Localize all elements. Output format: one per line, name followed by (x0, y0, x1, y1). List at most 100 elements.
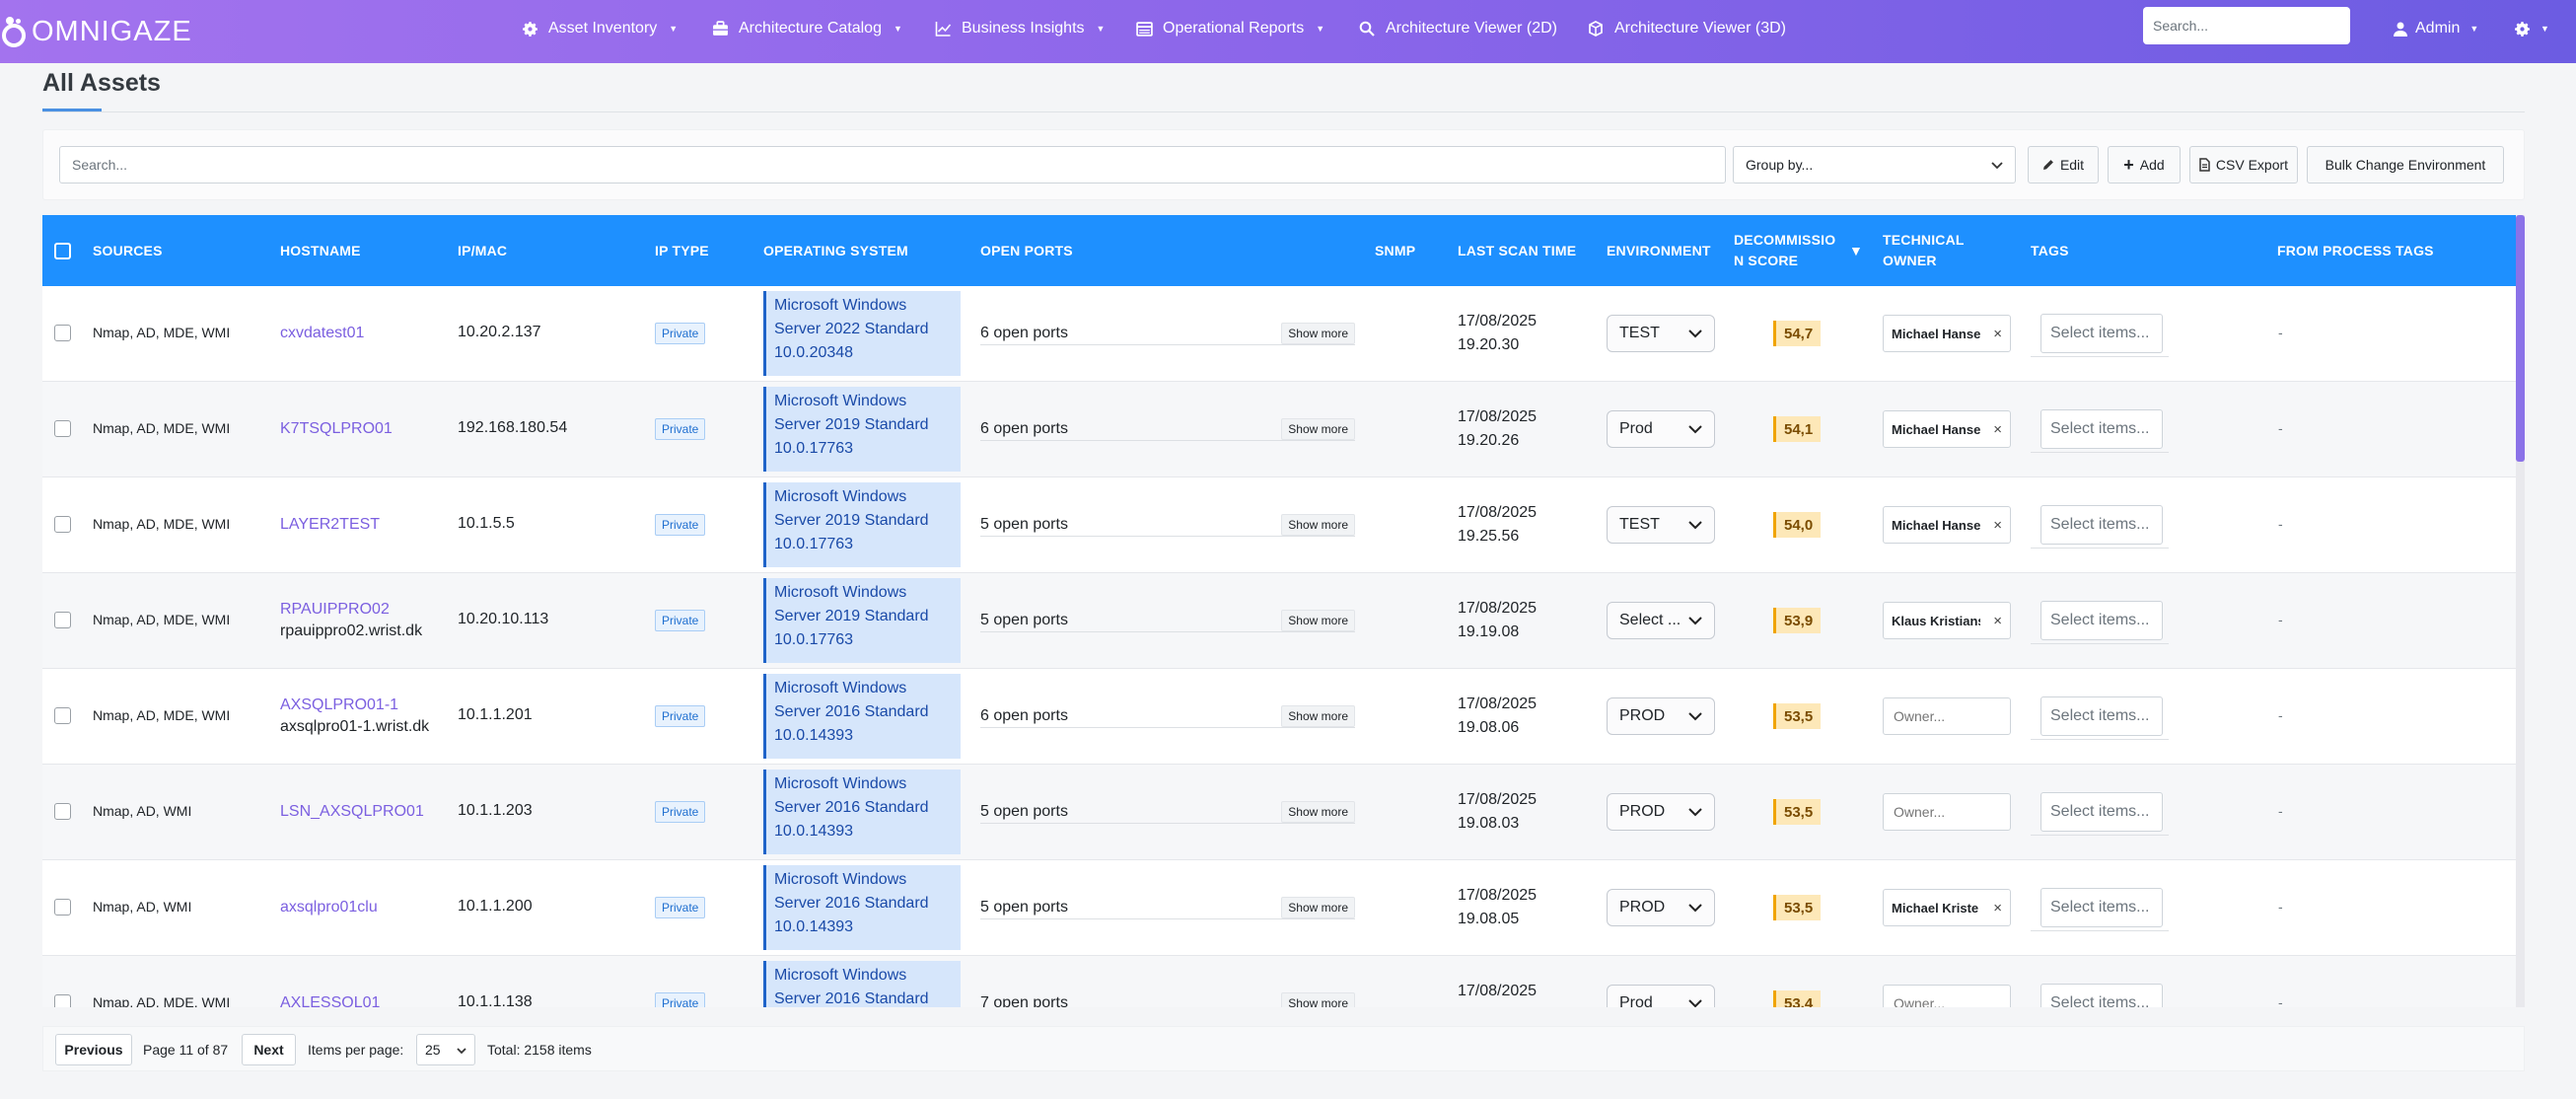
table-row[interactable]: Nmap, AD, WMI axsqlpro01clu 10.1.1.200 Priv… (42, 860, 2525, 956)
header-environment[interactable]: ENVIRONMENT (1607, 215, 1711, 286)
technical-owner-input[interactable] (1883, 697, 2011, 735)
header-ip-type[interactable]: IP TYPE (655, 215, 709, 286)
technical-owner-chip[interactable]: Michael Hanse × (1883, 315, 2011, 352)
remove-owner-icon[interactable]: × (1993, 326, 2002, 342)
technical-owner-input[interactable] (1883, 793, 2011, 831)
nav-architecture-catalog[interactable]: Architecture Catalog ▼ (711, 0, 902, 57)
edit-button[interactable]: Edit (2028, 146, 2099, 183)
previous-page-button[interactable]: Previous (55, 1034, 132, 1065)
row-checkbox[interactable] (54, 516, 71, 533)
technical-owner-chip[interactable]: Michael Hanse × (1883, 506, 2011, 544)
os-cell[interactable]: Microsoft Windows Server 2019 Standard 10.… (763, 387, 961, 472)
row-checkbox[interactable] (54, 707, 71, 724)
table-row[interactable]: Nmap, AD, MDE, WMI AXSQLPRO01-1 axsqlpro01… (42, 669, 2525, 765)
hostname-link[interactable]: cxvdatest01 (280, 323, 364, 343)
tags-multiselect[interactable]: Select items... (2040, 696, 2163, 736)
tags-multiselect[interactable]: Select items... (2040, 984, 2163, 1007)
environment-select[interactable]: PROD (1607, 697, 1715, 735)
tags-multiselect[interactable]: Select items... (2040, 792, 2163, 832)
table-row[interactable]: Nmap, AD, MDE, WMI AXLESSQL01 10.1.1.138 Pr… (42, 956, 2525, 1007)
header-decommission-score[interactable]: DECOMMISSIO N SCORE (1734, 215, 1835, 286)
header-tags[interactable]: TAGS (2031, 215, 2069, 286)
show-more-ports-button[interactable]: Show more (1281, 513, 1355, 536)
csv-export-button[interactable]: CSV Export (2189, 146, 2298, 183)
os-cell[interactable]: Microsoft Windows Server 2019 Standard 10.… (763, 578, 961, 663)
nav-architecture-viewer-3d[interactable]: Architecture Viewer (3D) (1587, 0, 1786, 57)
hostname-link[interactable]: AXSQLPRO01-1 (280, 695, 398, 715)
tags-multiselect[interactable]: Select items... (2040, 888, 2163, 927)
remove-owner-icon[interactable]: × (1993, 421, 2002, 438)
technical-owner-chip[interactable]: Michael Kriste × (1883, 889, 2011, 926)
header-last-scan-time[interactable]: LAST SCAN TIME (1458, 215, 1576, 286)
header-ip-mac[interactable]: IP/MAC (458, 215, 507, 286)
table-row[interactable]: Nmap, AD, WMI LSN_AXSQLPRO01 10.1.1.203 Pri… (42, 765, 2525, 860)
row-checkbox[interactable] (54, 612, 71, 628)
os-cell[interactable]: Microsoft Windows Server 2016 Standard 10.… (763, 674, 961, 759)
show-more-ports-button[interactable]: Show more (1281, 417, 1355, 440)
table-row[interactable]: Nmap, AD, MDE, WMI cxvdatest01 10.20.2.137… (42, 286, 2525, 382)
environment-select[interactable]: Select ... (1607, 602, 1715, 639)
os-cell[interactable]: Microsoft Windows Server 2019 Standard 10.… (763, 482, 961, 567)
table-row[interactable]: Nmap, AD, MDE, WMI LAYER2TEST 10.1.5.5 Priv… (42, 477, 2525, 573)
sort-desc-icon[interactable]: ▼ (1849, 243, 1863, 258)
next-page-button[interactable]: Next (242, 1034, 296, 1065)
environment-select[interactable]: Prod (1607, 410, 1715, 448)
environment-select[interactable]: PROD (1607, 889, 1715, 926)
header-operating-system[interactable]: OPERATING SYSTEM (763, 215, 908, 286)
tags-multiselect[interactable]: Select items... (2040, 505, 2163, 545)
group-by-select[interactable]: Group by... (1733, 146, 2016, 183)
nav-operational-reports[interactable]: Operational Reports ▼ (1135, 0, 1324, 57)
os-cell[interactable]: Microsoft Windows Server 2022 Standard 10.… (763, 291, 961, 376)
hostname-link[interactable]: axsqlpro01clu (280, 897, 378, 917)
settings-menu[interactable]: ▼ (2514, 0, 2549, 57)
brand-logo[interactable]: OMNIGAZE (0, 12, 192, 51)
assets-search-input[interactable] (59, 146, 1726, 183)
os-cell[interactable]: Microsoft Windows Server 2016 Standard 10.… (763, 769, 961, 854)
tags-multiselect[interactable]: Select items... (2040, 409, 2163, 449)
table-scrollbar-thumb[interactable] (2516, 215, 2525, 462)
header-open-ports[interactable]: OPEN PORTS (980, 215, 1073, 286)
bulk-change-environment-button[interactable]: Bulk Change Environment (2307, 146, 2504, 183)
environment-select[interactable]: Prod (1607, 985, 1715, 1007)
show-more-ports-button[interactable]: Show more (1281, 704, 1355, 727)
nav-architecture-viewer-2d[interactable]: Architecture Viewer (2D) (1358, 0, 1557, 57)
user-menu[interactable]: Admin ▼ (2394, 0, 2478, 57)
os-cell[interactable]: Microsoft Windows Server 2016 Standard (763, 961, 961, 1007)
show-more-ports-button[interactable]: Show more (1281, 609, 1355, 631)
tags-multiselect[interactable]: Select items... (2040, 314, 2163, 353)
show-more-ports-button[interactable]: Show more (1281, 322, 1355, 344)
environment-select[interactable]: PROD (1607, 793, 1715, 831)
nav-business-insights[interactable]: Business Insights ▼ (934, 0, 1105, 57)
hostname-link[interactable]: LAYER2TEST (280, 514, 380, 535)
row-checkbox[interactable] (54, 420, 71, 437)
hostname-link[interactable]: AXLESSQL01 (280, 992, 380, 1007)
remove-owner-icon[interactable]: × (1993, 517, 2002, 534)
show-more-ports-button[interactable]: Show more (1281, 896, 1355, 918)
environment-select[interactable]: TEST (1607, 506, 1715, 544)
technical-owner-chip[interactable]: Klaus Kristians × (1883, 602, 2011, 639)
add-button[interactable]: + Add (2108, 146, 2181, 183)
header-technical-owner[interactable]: TECHNICAL OWNER (1883, 215, 1965, 286)
select-all-checkbox[interactable] (54, 243, 71, 259)
header-sources[interactable]: SOURCES (93, 215, 163, 286)
header-hostname[interactable]: HOSTNAME (280, 215, 361, 286)
table-row[interactable]: Nmap, AD, MDE, WMI RPAUIPPRO02 rpauippro02… (42, 573, 2525, 669)
row-checkbox[interactable] (54, 803, 71, 820)
global-search-input[interactable] (2143, 7, 2350, 44)
os-cell[interactable]: Microsoft Windows Server 2016 Standard 10.… (763, 865, 961, 950)
header-snmp[interactable]: SNMP (1375, 215, 1415, 286)
hostname-link[interactable]: K7TSQLPRO01 (280, 418, 393, 439)
show-more-ports-button[interactable]: Show more (1281, 991, 1355, 1007)
hostname-link[interactable]: LSN_AXSQLPRO01 (280, 801, 424, 822)
items-per-page-select[interactable]: 25 (416, 1034, 475, 1065)
tags-multiselect[interactable]: Select items... (2040, 601, 2163, 640)
row-checkbox[interactable] (54, 899, 71, 916)
environment-select[interactable]: TEST (1607, 315, 1715, 352)
hostname-link[interactable]: RPAUIPPRO02 (280, 599, 390, 620)
remove-owner-icon[interactable]: × (1993, 900, 2002, 916)
row-checkbox[interactable] (54, 994, 71, 1007)
header-from-process-tags[interactable]: FROM PROCESS TAGS (2277, 215, 2434, 286)
remove-owner-icon[interactable]: × (1993, 613, 2002, 629)
show-more-ports-button[interactable]: Show more (1281, 800, 1355, 823)
technical-owner-chip[interactable]: Michael Hanse × (1883, 410, 2011, 448)
